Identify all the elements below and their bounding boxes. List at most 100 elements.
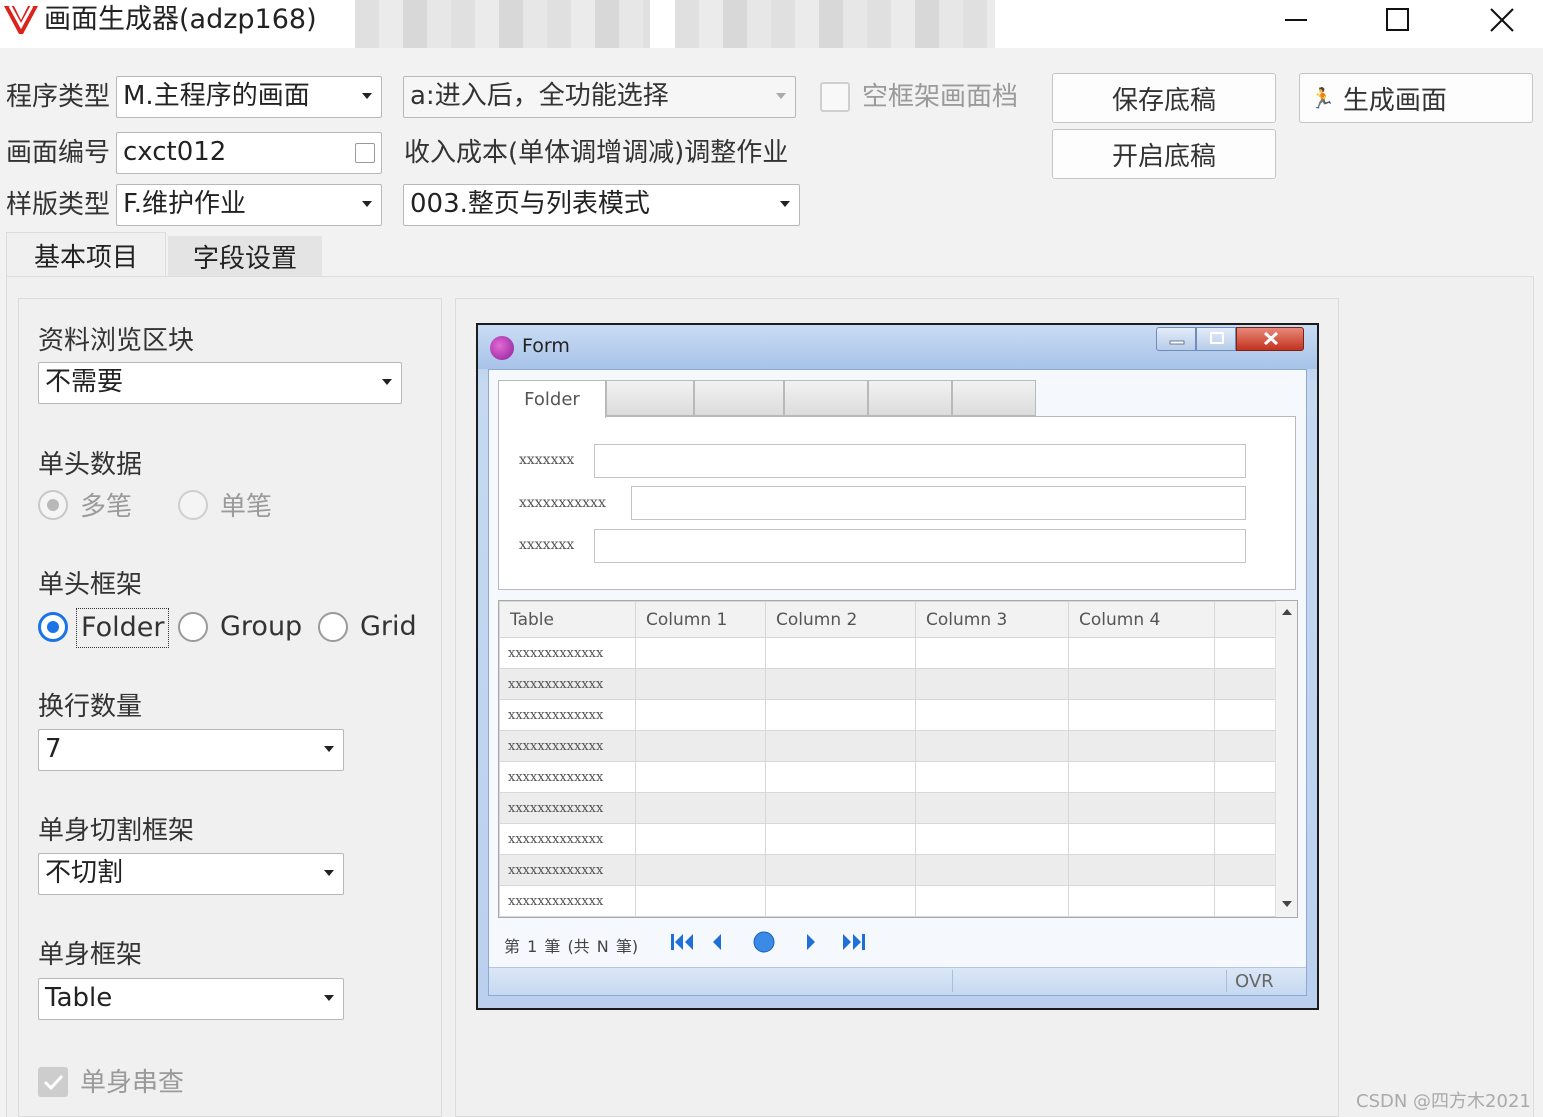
table-cell[interactable] [765, 823, 916, 855]
table-cell[interactable] [915, 761, 1069, 793]
table-cell[interactable]: xxxxxxxxxxxxx [499, 823, 636, 855]
table-cell[interactable] [765, 730, 916, 762]
table-cell[interactable] [1068, 823, 1215, 855]
table-cell[interactable]: xxxxxxxxxxxxx [499, 637, 636, 669]
table-header-cell[interactable]: Column 1 [635, 601, 766, 638]
table-scrollbar[interactable] [1275, 601, 1297, 917]
prev-record-icon[interactable] [713, 934, 721, 950]
tab-field-settings[interactable]: 字段设置 [168, 236, 322, 276]
table-cell[interactable] [635, 699, 766, 731]
table-cell[interactable]: xxxxxxxxxxxxx [499, 668, 636, 700]
form-minimize-icon[interactable] [1156, 327, 1196, 351]
header-data-multi-radio[interactable] [38, 490, 68, 520]
table-cell[interactable] [1214, 854, 1276, 886]
folder-tab-blank[interactable] [784, 380, 868, 416]
folder-tab-blank[interactable] [606, 380, 694, 416]
table-cell[interactable] [635, 885, 766, 917]
table-row[interactable]: xxxxxxxxxxxxx [499, 668, 1276, 700]
body-query-checkbox[interactable] [38, 1067, 68, 1097]
field-input[interactable] [594, 444, 1246, 478]
table-cell[interactable]: xxxxxxxxxxxxx [499, 885, 636, 917]
folder-tab-blank[interactable] [694, 380, 784, 416]
table-cell[interactable] [765, 885, 916, 917]
table-cell[interactable] [635, 637, 766, 669]
table-cell[interactable] [635, 668, 766, 700]
maximize-icon[interactable] [1362, 0, 1434, 40]
table-cell[interactable] [1068, 792, 1215, 824]
table-cell[interactable] [915, 854, 1069, 886]
table-cell[interactable] [1068, 730, 1215, 762]
table-cell[interactable] [915, 885, 1069, 917]
form-close-icon[interactable] [1236, 327, 1304, 351]
screen-no-input[interactable]: cxct012 [116, 132, 382, 174]
table-cell[interactable] [1214, 885, 1276, 917]
table-row[interactable]: xxxxxxxxxxxxx [499, 761, 1276, 793]
table-cell[interactable] [765, 699, 916, 731]
header-frame-grid-radio[interactable] [318, 612, 348, 642]
header-data-single-radio[interactable] [178, 490, 208, 520]
folder-tab-blank[interactable] [952, 380, 1036, 416]
table-cell[interactable] [1214, 637, 1276, 669]
minimize-icon[interactable] [1260, 0, 1332, 40]
table-cell[interactable] [1068, 699, 1215, 731]
header-frame-folder-radio[interactable] [38, 612, 68, 642]
table-cell[interactable] [635, 761, 766, 793]
open-draft-button[interactable]: 开启底稿 [1052, 129, 1276, 179]
wrap-count-select[interactable]: 7 [38, 729, 344, 771]
table-row[interactable]: xxxxxxxxxxxxx [499, 792, 1276, 824]
table-cell[interactable] [765, 761, 916, 793]
table-cell[interactable]: xxxxxxxxxxxxx [499, 854, 636, 886]
table-header-cell[interactable]: Column 3 [915, 601, 1069, 638]
lookup-icon[interactable] [355, 143, 375, 163]
table-cell[interactable] [1068, 637, 1215, 669]
table-cell[interactable] [635, 823, 766, 855]
tab-basic-items[interactable]: 基本项目 [6, 232, 166, 278]
table-cell[interactable] [765, 668, 916, 700]
table-cell[interactable] [635, 730, 766, 762]
table-cell[interactable] [915, 637, 1069, 669]
table-cell[interactable] [1214, 792, 1276, 824]
table-row[interactable]: xxxxxxxxxxxxx [499, 730, 1276, 762]
first-record-icon[interactable] [671, 934, 693, 950]
table-cell[interactable]: xxxxxxxxxxxxx [499, 699, 636, 731]
table-cell[interactable]: xxxxxxxxxxxxx [499, 730, 636, 762]
table-header-cell[interactable]: Table [499, 601, 636, 638]
table-cell[interactable] [915, 699, 1069, 731]
table-cell[interactable] [1068, 854, 1215, 886]
table-cell[interactable] [635, 854, 766, 886]
body-frame-select[interactable]: Table [38, 978, 344, 1020]
folder-tab[interactable]: Folder [498, 380, 606, 418]
field-input[interactable] [631, 486, 1246, 520]
close-icon[interactable] [1466, 0, 1538, 40]
last-record-icon[interactable] [843, 934, 865, 950]
table-cell[interactable] [765, 637, 916, 669]
table-row[interactable]: xxxxxxxxxxxxx [499, 854, 1276, 886]
table-cell[interactable] [1214, 761, 1276, 793]
table-cell[interactable] [915, 668, 1069, 700]
template-mode-select[interactable]: 003.整页与列表模式 [403, 184, 800, 226]
generate-screen-button[interactable]: 🏃 生成画面 [1299, 73, 1533, 123]
table-cell[interactable] [1068, 668, 1215, 700]
table-cell[interactable] [765, 854, 916, 886]
scroll-down-icon[interactable] [1282, 901, 1292, 907]
table-cell[interactable] [1214, 823, 1276, 855]
current-record-icon[interactable] [753, 931, 775, 953]
table-row[interactable]: xxxxxxxxxxxxx [499, 823, 1276, 855]
table-cell[interactable] [915, 730, 1069, 762]
table-row[interactable]: xxxxxxxxxxxxx [499, 637, 1276, 669]
table-cell[interactable] [635, 792, 766, 824]
entry-option-select[interactable]: a:进入后，全功能选择 [403, 76, 796, 118]
table-header-cell[interactable]: Column 2 [765, 601, 916, 638]
table-header-cell[interactable]: Column 4 [1068, 601, 1215, 638]
table-cell[interactable]: xxxxxxxxxxxxx [499, 761, 636, 793]
scroll-up-icon[interactable] [1282, 609, 1292, 615]
form-maximize-icon[interactable] [1196, 327, 1236, 351]
table-cell[interactable] [1214, 668, 1276, 700]
body-split-select[interactable]: 不切割 [38, 853, 344, 895]
table-cell[interactable] [915, 792, 1069, 824]
folder-tab-blank[interactable] [868, 380, 952, 416]
browse-block-select[interactable]: 不需要 [38, 362, 402, 404]
table-cell[interactable] [1214, 699, 1276, 731]
save-draft-button[interactable]: 保存底稿 [1052, 73, 1276, 123]
next-record-icon[interactable] [807, 934, 815, 950]
